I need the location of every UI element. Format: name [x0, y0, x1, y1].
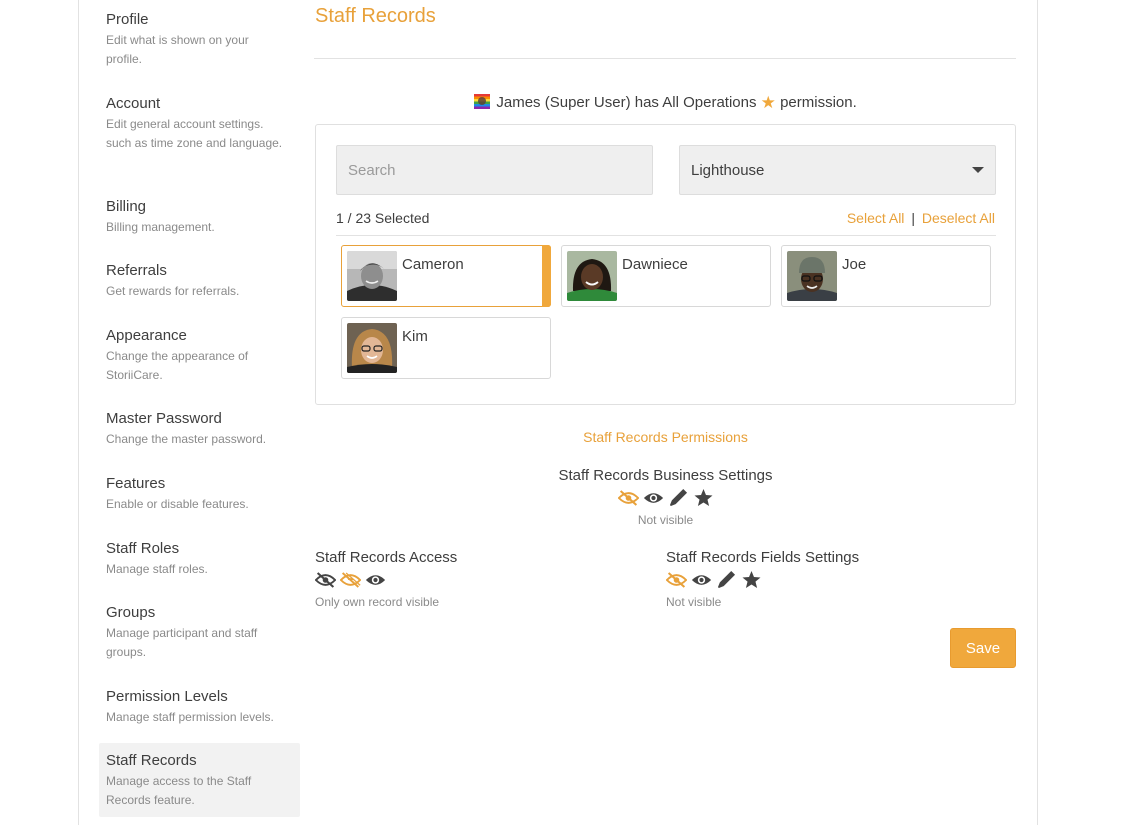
pen-icon[interactable]: [668, 488, 689, 507]
location-select-value: Lighthouse: [691, 161, 765, 179]
staff-name: Dawniece: [622, 256, 688, 273]
chevron-down-icon: [972, 167, 984, 173]
sidebar-item-permission-levels[interactable]: Permission Levels Manage staff permissio…: [99, 688, 300, 727]
panel-divider: [336, 235, 996, 236]
permission-status: Not visible: [666, 595, 722, 609]
permission-status: Not visible: [637, 513, 694, 527]
sidebar-item-title: Features: [106, 475, 166, 492]
eye-icon[interactable]: [365, 570, 386, 589]
permission-status: Only own record visible: [315, 595, 440, 609]
sidebar-item-desc: Edit general account settings. such as t…: [106, 117, 283, 150]
pen-icon[interactable]: [716, 570, 737, 589]
eye-slash-icon[interactable]: [315, 570, 336, 589]
star-icon[interactable]: [693, 488, 714, 507]
sidebar-item-desc: Manage access to the Staff Records featu…: [106, 774, 252, 807]
sidebar-item-desc: Enable or disable features.: [106, 497, 249, 511]
location-select[interactable]: Lighthouse: [679, 145, 996, 195]
star-icon: ★: [760, 93, 776, 112]
permission-options: [666, 570, 1016, 589]
sidebar-item-title: Billing: [106, 198, 147, 215]
sidebar-item-title: Account: [106, 95, 161, 112]
access-permission: Staff Records Access Only own record vis…: [315, 549, 635, 609]
sidebar-item-desc: Get rewards for referrals.: [106, 284, 240, 298]
staff-name: Joe: [842, 256, 867, 273]
sidebar-item-desc: Manage participant and staff groups.: [106, 626, 258, 659]
avatar: [787, 251, 837, 301]
permission-title: Staff Records Access: [315, 549, 458, 566]
sidebar-item-billing[interactable]: Billing Billing management.: [99, 198, 300, 237]
eye-icon[interactable]: [643, 488, 664, 507]
page-title: Staff Records: [315, 5, 436, 27]
notice-suffix: permission.: [780, 94, 857, 111]
staff-card-dawniece[interactable]: Dawniece: [561, 245, 771, 307]
sidebar-item-master-password[interactable]: Master Password Change the master passwo…: [99, 410, 300, 449]
permission-options: [315, 488, 1016, 507]
star-icon[interactable]: [741, 570, 762, 589]
sidebar-item-staff-roles[interactable]: Staff Roles Manage staff roles.: [99, 540, 300, 579]
eye-slash-icon[interactable]: [666, 570, 687, 589]
selection-links: Select All | Deselect All: [847, 210, 995, 226]
permission-notice: James (Super User) has All Operations ★ …: [315, 93, 1016, 113]
business-settings-permission: Staff Records Business Settings Not visi…: [315, 467, 1016, 527]
sidebar-item-features[interactable]: Features Enable or disable features.: [99, 475, 300, 514]
sidebar-item-title: Master Password: [106, 410, 222, 427]
eye-icon[interactable]: [691, 570, 712, 589]
sidebar-item-groups[interactable]: Groups Manage participant and staff grou…: [99, 604, 300, 662]
staff-card-joe[interactable]: Joe: [781, 245, 991, 307]
sidebar-item-desc: Edit what is shown on your profile.: [106, 33, 249, 66]
sidebar-item-desc: Change the master password.: [106, 432, 267, 446]
deselect-all-link[interactable]: Deselect All: [922, 210, 995, 226]
sidebar-item-desc: Change the appearance of StoriiCare.: [106, 349, 249, 382]
sidebar-item-title: Referrals: [106, 262, 167, 279]
sidebar-item-profile[interactable]: Profile Edit what is shown on your profi…: [99, 11, 300, 69]
sidebar-item-desc: Manage staff roles.: [106, 562, 208, 576]
search-input[interactable]: [336, 145, 653, 195]
link-separator: |: [911, 210, 915, 226]
sidebar-item-appearance[interactable]: Appearance Change the appearance of Stor…: [99, 327, 300, 385]
sidebar-item-desc: Manage staff permission levels.: [106, 710, 274, 724]
staff-selection-panel: Lighthouse 1 / 23 Selected Select All | …: [315, 124, 1016, 405]
staff-name: Cameron: [402, 256, 464, 273]
sidebar-item-account[interactable]: Account Edit general account settings. s…: [99, 95, 300, 153]
fields-settings-permission: Staff Records Fields Settings Not visibl…: [666, 549, 1016, 609]
sidebar-item-referrals[interactable]: Referrals Get rewards for referrals.: [99, 262, 300, 301]
sidebar-item-title: Permission Levels: [106, 688, 228, 705]
staff-card-kim[interactable]: Kim: [341, 317, 551, 379]
avatar: [567, 251, 617, 301]
staff-name: Kim: [402, 328, 428, 345]
sidebar-item-title: Staff Roles: [106, 540, 180, 557]
staff-card-cameron[interactable]: Cameron: [341, 245, 551, 307]
permission-options: [315, 570, 635, 589]
title-divider: [314, 58, 1016, 59]
sidebar-item-desc: Billing management.: [106, 220, 215, 234]
sidebar-item-staff-records[interactable]: Staff Records Manage access to the Staff…: [99, 743, 300, 817]
notice-text: James (Super User) has All Operations: [496, 94, 757, 111]
save-button[interactable]: Save: [950, 628, 1016, 668]
select-all-link[interactable]: Select All: [847, 210, 905, 226]
rainbow-flag-icon: [474, 94, 491, 109]
selected-count: 1 / 23 Selected: [336, 210, 430, 226]
permissions-heading: Staff Records Permissions: [583, 429, 748, 445]
avatar: [347, 251, 397, 301]
avatar: [347, 323, 397, 373]
eye-half-icon[interactable]: [340, 570, 361, 589]
sidebar-item-title: Groups: [106, 604, 156, 621]
permission-title: Staff Records Fields Settings: [666, 549, 860, 566]
sidebar-item-title: Staff Records: [106, 752, 197, 769]
eye-slash-icon[interactable]: [617, 488, 639, 507]
sidebar-item-title: Profile: [106, 11, 149, 28]
sidebar-item-title: Appearance: [106, 327, 187, 344]
permission-title: Staff Records Business Settings: [558, 467, 773, 484]
